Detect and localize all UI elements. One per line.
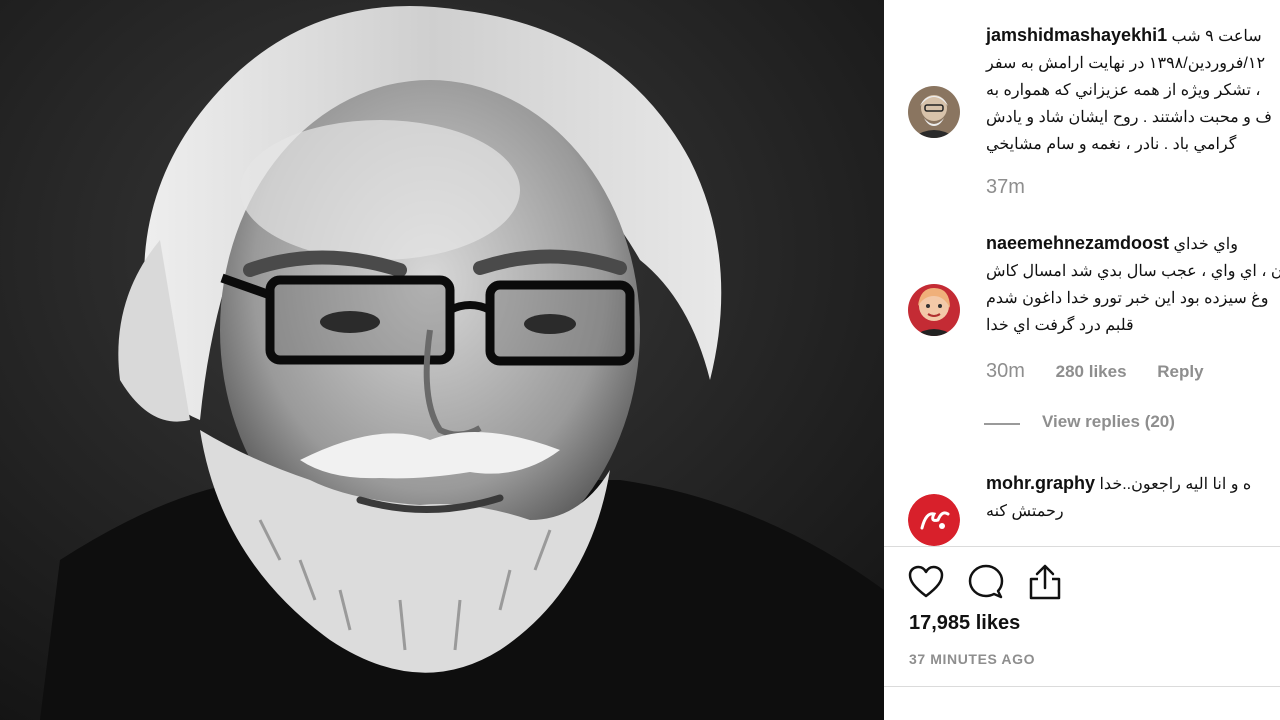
portrait-image <box>0 0 884 720</box>
comment-line: گرامي باد . نادر ، نغمه و سام مشايخي <box>986 136 1237 153</box>
comment-text: jamshidmashayekhi1 ساعت ۹ شب ۱۲/فروردين/… <box>986 22 1280 158</box>
comment-username[interactable]: mohr.graphy <box>986 473 1095 493</box>
divider <box>884 686 1280 687</box>
divider <box>884 546 1280 547</box>
avatar[interactable] <box>908 86 960 138</box>
reply-button[interactable]: Reply <box>1157 362 1203 382</box>
heart-icon[interactable] <box>906 562 946 602</box>
post-photo <box>0 0 884 720</box>
avatar-image <box>908 284 960 336</box>
comment-username[interactable]: naeemehnezamdoost <box>986 233 1169 253</box>
comment-line: واي خداي <box>1173 236 1238 253</box>
avatar[interactable] <box>908 494 960 546</box>
comment-line: قلبم درد گرفت اي خدا <box>986 317 1134 334</box>
comment-line: ۱۲/فروردين/۱۳۹۸ در نهايت ارامش به سفر <box>986 55 1266 72</box>
avatar-image <box>908 86 960 138</box>
comment-line: وغ سيزده بود اين خبر تورو خدا داغون شدم <box>986 290 1269 307</box>
view-replies-button[interactable]: View replies (20) <box>1042 412 1175 432</box>
avatar[interactable] <box>908 284 960 336</box>
comment-line: ف و محبت داشتند . روح ايشان شاد و يادش <box>986 109 1272 126</box>
comment-text: mohr.graphy ه و انا اليه راجعون..خدا رحم… <box>986 470 1280 525</box>
share-icon[interactable] <box>1025 562 1065 602</box>
comment-likes[interactable]: 280 likes <box>1056 362 1127 382</box>
comment-line: رحمتش كنه <box>986 503 1064 520</box>
post-likes-count[interactable]: 17,985 likes <box>909 612 1020 635</box>
comment-line: ، تشكر ويژه از همه عزيزاني كه همواره به <box>986 82 1261 99</box>
comment-username[interactable]: jamshidmashayekhi1 <box>986 25 1167 45</box>
comment-meta: 37m <box>986 176 1051 199</box>
avatar-image <box>908 494 960 546</box>
comment-line: ساعت ۹ شب <box>1171 28 1262 45</box>
comment-time: 37m <box>986 176 1025 198</box>
comment-time: 30m <box>986 360 1025 382</box>
comment-line: ه و انا اليه راجعون..خدا <box>1099 476 1252 493</box>
comment-text: naeemehnezamdoost واي خداي ن ، اي واي ، … <box>986 230 1280 339</box>
comment-meta: 30m 280 likes Reply <box>986 360 1230 383</box>
replies-divider <box>984 423 1020 425</box>
comment-line: ن ، اي واي ، عجب سال بدي شد امسال كاش <box>986 263 1280 280</box>
comments-panel: jamshidmashayekhi1 ساعت ۹ شب ۱۲/فروردين/… <box>884 0 1280 720</box>
post-timestamp: 37 MINUTES AGO <box>909 651 1036 667</box>
comment-icon[interactable] <box>966 562 1006 602</box>
